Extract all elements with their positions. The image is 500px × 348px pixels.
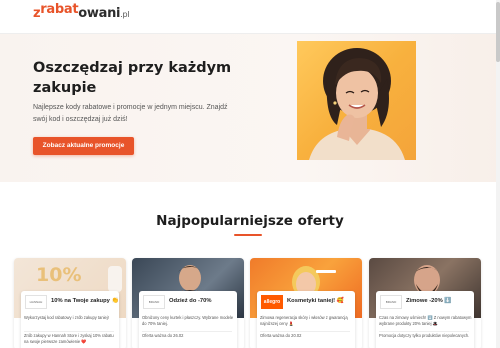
brand-logo: HANNAH	[25, 295, 47, 309]
offer-body: BRAND Zimowe -20% ⬇️ Czas na zimowy uśmi…	[376, 291, 474, 348]
woman-illustration	[309, 48, 405, 160]
offer-card[interactable]: allegro Kosmetyki taniej! 🥰 Zimowa regen…	[250, 258, 362, 348]
logo-letter-z: z	[33, 6, 41, 21]
offer-title: Odzież do -70%	[169, 298, 212, 304]
divider	[379, 331, 469, 332]
divider	[260, 331, 350, 332]
scrollbar-thumb[interactable]	[496, 2, 500, 62]
divider	[142, 331, 232, 332]
site-header: zrabatowani.pl	[0, 0, 500, 34]
discount-badge: 10%	[36, 264, 82, 286]
offer-details: Oferta ważna do 26.02	[142, 333, 184, 338]
offer-description: Zimowa regeneracja skóry i włosów z gwar…	[260, 315, 348, 326]
title-underline	[234, 234, 262, 236]
logo-rabat: rabat	[40, 2, 79, 17]
offer-description: Wykorzystaj kod rabatowy i zrób zakupy t…	[24, 315, 109, 320]
offer-body: HANNAH 10% na Twoje zakupy 👏 Wykorzystaj…	[21, 291, 119, 348]
offer-title: Kosmetyki taniej! 🥰	[287, 298, 344, 304]
logo-owani: owani	[78, 6, 121, 21]
offer-details: Promocja dotyczy tylko produktów niepole…	[379, 333, 470, 338]
page-scrollbar[interactable]	[496, 0, 500, 348]
offer-body: allegro Kosmetyki taniej! 🥰 Zimowa regen…	[257, 291, 355, 348]
offer-details: Oferta ważna do 20.02	[260, 333, 302, 338]
brand-logo: BRAND	[380, 295, 402, 309]
hero-woman-image	[297, 41, 416, 160]
offer-card[interactable]: 10% HANNAH 10% na Twoje zakupy 👏 Wykorzy…	[14, 258, 126, 348]
offer-card[interactable]: BRAND Zimowe -20% ⬇️ Czas na zimowy uśmi…	[369, 258, 481, 348]
offer-description: Obniżony ceny kurtek i płaszczy. Wybrane…	[142, 315, 234, 326]
site-logo[interactable]: zrabatowani.pl	[33, 2, 130, 21]
hero-title: Oszczędzaj przy każdym zakupie	[33, 60, 232, 96]
offer-title: 10% na Twoje zakupy 👏	[51, 298, 119, 304]
popular-offers-title: Najpopularniejsze oferty	[156, 213, 344, 229]
hero-section: Oszczędzaj przy każdym zakupie Najlepsze…	[0, 34, 500, 182]
see-promotions-button[interactable]: Zobacz aktualne promocje	[33, 137, 134, 155]
product-bottle	[108, 266, 122, 292]
divider	[24, 331, 114, 332]
offer-details: Zrób zakupy w Hannah Store i zyskaj 10% …	[24, 333, 114, 344]
logo-suffix: .pl	[120, 10, 130, 19]
offer-card[interactable]: BRAND Odzież do -70% Obniżony ceny kurte…	[132, 258, 244, 348]
allegro-logo: allegro	[261, 295, 283, 309]
hero-subtitle: Najlepsze kody rabatowe i promocje w jed…	[33, 104, 228, 123]
offer-title: Zimowe -20% ⬇️	[406, 298, 452, 304]
offer-description: Czas na zimowy uśmiech! ⬇️ Z nowym rabat…	[379, 315, 472, 326]
brand-logo: BRAND	[143, 295, 165, 309]
offer-body: BRAND Odzież do -70% Obniżony ceny kurte…	[139, 291, 237, 348]
